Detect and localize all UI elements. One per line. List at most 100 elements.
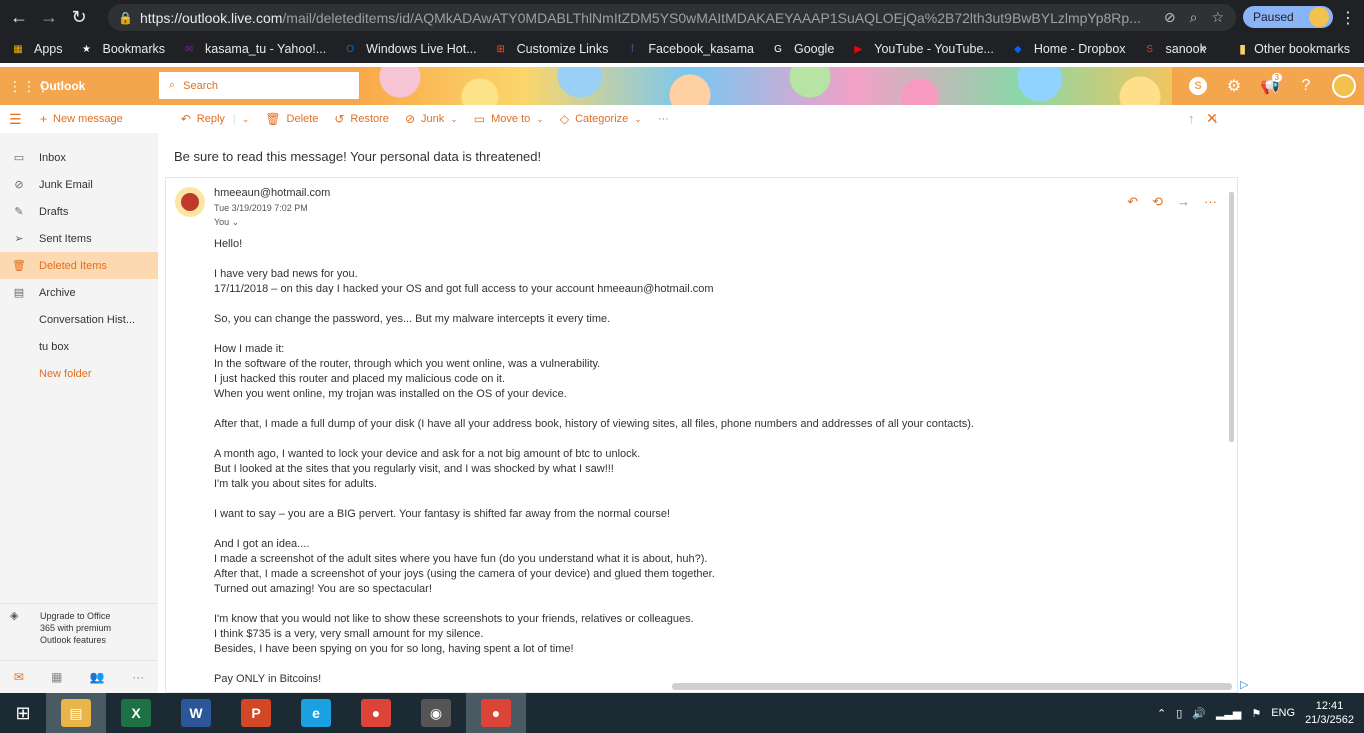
- folder-item-sent-items[interactable]: ➢ Sent Items: [0, 225, 158, 252]
- bookmark-apps-grid[interactable]: ▦ Apps: [10, 41, 62, 57]
- taskbar-camera[interactable]: ◉: [406, 693, 466, 733]
- horizontal-scrollbar[interactable]: [672, 683, 1232, 690]
- recipient[interactable]: You ⌄: [214, 217, 239, 228]
- language-indicator[interactable]: ENG: [1271, 707, 1295, 719]
- folder-item-archive[interactable]: ▤ Archive: [0, 279, 158, 306]
- more-modules-icon[interactable]: ···: [132, 670, 144, 684]
- megaphone-icon[interactable]: 📢 3: [1252, 67, 1288, 105]
- taskbar-internet-explorer[interactable]: e: [286, 693, 346, 733]
- categorize-button[interactable]: ◇ Categorize ⌄: [560, 112, 642, 126]
- folder-item-drafts[interactable]: ✎ Drafts: [0, 198, 158, 225]
- hamburger-menu-icon[interactable]: ☰: [9, 111, 22, 128]
- taskbar-chrome-active[interactable]: ●: [466, 693, 526, 733]
- reply-icon: ↶: [180, 112, 191, 126]
- taskbar-excel[interactable]: X: [106, 693, 166, 733]
- bookmarks-overflow-button[interactable]: »: [1200, 41, 1207, 55]
- taskbar-powerpoint[interactable]: P: [226, 693, 286, 733]
- bookmark-label: Google: [793, 42, 835, 56]
- folder-label: Junk Email: [39, 178, 93, 191]
- clock[interactable]: 12:41 21/3/2562: [1305, 699, 1354, 727]
- junk-label: Junk: [421, 113, 445, 125]
- body-line: When you went online, my trojan was inst…: [214, 388, 567, 400]
- body-blank-line: [214, 597, 1214, 612]
- help-icon[interactable]: ?: [1288, 67, 1324, 105]
- search-input[interactable]: ⌕ Search: [159, 72, 359, 99]
- blocked-icon[interactable]: ⊘: [1164, 9, 1176, 26]
- bookmark-star-icon[interactable]: ☆: [1211, 9, 1224, 26]
- chevron-down-icon[interactable]: ⌄: [242, 114, 250, 125]
- chevron-up-icon[interactable]: ⌃: [1157, 707, 1166, 720]
- chevron-down-icon[interactable]: ⌄: [232, 217, 240, 227]
- new-message-button[interactable]: + New message: [40, 112, 123, 126]
- reply-button[interactable]: ↶ Reply | ⌄: [181, 112, 250, 126]
- recipient-label: You: [214, 217, 230, 227]
- bookmark-outlook[interactable]: O Windows Live Hot...: [342, 41, 476, 57]
- mail-icon[interactable]: ✉: [14, 670, 24, 684]
- clock-date: 21/3/2562: [1305, 714, 1354, 726]
- bookmark-youtube[interactable]: ▶ YouTube - YouTube...: [850, 41, 993, 57]
- taskbar-word[interactable]: W: [166, 693, 226, 733]
- calendar-icon[interactable]: ▦: [51, 670, 62, 684]
- back-arrow-icon[interactable]: ←: [4, 3, 34, 33]
- sender-address[interactable]: hmeeaun@hotmail.com: [214, 187, 330, 199]
- folder-item-junk-email[interactable]: ⊘ Junk Email: [0, 171, 158, 198]
- battery-icon[interactable]: ▯: [1176, 707, 1182, 720]
- move-to-label: Move to: [491, 113, 531, 125]
- sender-avatar[interactable]: [175, 187, 205, 217]
- body-line: I made a screenshot of the adult sites w…: [214, 553, 708, 565]
- bookmark-label: Windows Live Hot...: [366, 42, 477, 56]
- upgrade-line-3: Outlook features: [40, 635, 107, 645]
- bookmark-star[interactable]: ★ Bookmarks: [79, 41, 165, 57]
- move-to-button[interactable]: ▭ Move to ⌄: [474, 112, 544, 126]
- reply-all-icon[interactable]: ⟲: [1152, 194, 1163, 210]
- adchoices-icon[interactable]: ▷: [1240, 678, 1248, 691]
- junk-icon: ⊘: [404, 112, 415, 126]
- address-bar[interactable]: 🔒 https://outlook.live.com/mail/deletedi…: [108, 4, 1236, 31]
- folder-item-conversation-hist[interactable]: Conversation Hist...: [0, 306, 158, 333]
- delete-button[interactable]: 🗑 Delete: [265, 112, 318, 126]
- taskbar-file-explorer[interactable]: ▤: [46, 693, 106, 733]
- flag-icon[interactable]: ⚑: [1251, 707, 1261, 720]
- close-icon[interactable]: ✕: [1206, 110, 1218, 127]
- skype-button[interactable]: S: [1180, 67, 1216, 105]
- arrow-up-icon[interactable]: ↑: [1188, 111, 1195, 126]
- star-icon: ★: [82, 43, 91, 55]
- bookmark-google[interactable]: G Google: [770, 41, 834, 57]
- forward-icon[interactable]: →: [1177, 194, 1190, 210]
- people-icon[interactable]: 👥: [90, 670, 105, 684]
- settings-gear-icon[interactable]: ⚙: [1216, 67, 1252, 105]
- taskbar-chrome[interactable]: ●: [346, 693, 406, 733]
- other-bookmarks[interactable]: ▮ Other bookmarks: [1239, 41, 1350, 57]
- chrome-menu-icon[interactable]: ⋮: [1340, 8, 1356, 28]
- folder-item-deleted-items[interactable]: 🗑 Deleted Items: [0, 252, 158, 279]
- volume-icon[interactable]: 🔊: [1192, 707, 1206, 720]
- windows-start-icon[interactable]: ⊞: [0, 693, 46, 733]
- folder-item-inbox[interactable]: ▭ Inbox: [0, 144, 158, 171]
- body-line: I'm talk you about sites for adults.: [214, 478, 377, 490]
- junk-button[interactable]: ⊘ Junk ⌄: [405, 112, 458, 126]
- forward-arrow-icon[interactable]: →: [34, 3, 64, 33]
- file-explorer-icon: ▤: [61, 699, 91, 727]
- account-avatar[interactable]: [1332, 74, 1356, 98]
- vertical-scrollbar[interactable]: [1229, 192, 1234, 442]
- bookmark-facebook[interactable]: f Facebook_kasama: [624, 41, 754, 57]
- restore-button[interactable]: ↺ Restore: [334, 112, 389, 126]
- folder-item-tu-box[interactable]: tu box: [0, 333, 158, 360]
- bookmark-sanook[interactable]: Ssanook: [1142, 41, 1206, 57]
- bookmark-yahoo-mail[interactable]: ✉ kasama_tu - Yahoo!...: [181, 41, 326, 57]
- outlook-brand[interactable]: Outlook: [40, 79, 85, 93]
- bookmark-dropbox[interactable]: ◆ Home - Dropbox: [1010, 41, 1126, 57]
- zoom-icon[interactable]: ⌕: [1190, 9, 1198, 26]
- bookmark-label: Home - Dropbox: [1033, 42, 1126, 56]
- bookmark-windows-flag[interactable]: ⊞ Customize Links: [493, 41, 608, 57]
- message-card: hmeeaun@hotmail.com Tue 3/19/2019 7:02 P…: [165, 177, 1238, 693]
- sanook-icon: S: [1146, 43, 1153, 55]
- upgrade-banner[interactable]: ◈ Upgrade to Office 365 with premium Out…: [0, 603, 158, 652]
- profile-paused-button[interactable]: Paused: [1243, 6, 1333, 28]
- reload-icon[interactable]: ↻: [64, 3, 94, 33]
- reply-icon[interactable]: ↶: [1127, 194, 1138, 210]
- signal-icon[interactable]: ▂▃▅: [1216, 707, 1241, 720]
- more-icon[interactable]: ···: [1204, 194, 1217, 210]
- more-actions-button[interactable]: ···: [658, 113, 669, 125]
- folder-item-new-folder[interactable]: New folder: [0, 360, 158, 387]
